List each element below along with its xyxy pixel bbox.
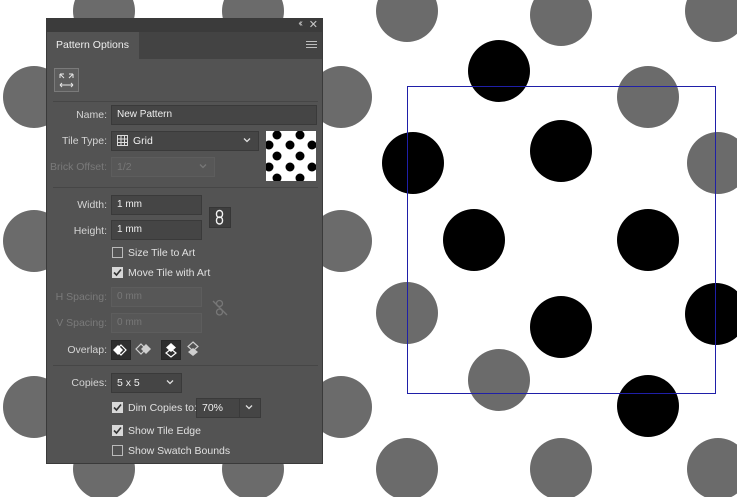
copies-dropdown[interactable]: 5 x 5 (111, 373, 182, 393)
top-in-front-icon (165, 343, 177, 358)
pattern-dots[interactable] (382, 40, 737, 437)
tab-pattern-options[interactable]: Pattern Options (47, 32, 139, 59)
right-in-front-icon (135, 343, 151, 355)
dim-copies-label[interactable]: Dim Copies to: (128, 402, 197, 414)
height-label: Height: (73, 225, 107, 237)
chevron-down-icon (245, 405, 253, 410)
pattern-options-panel: ‹‹ ✕ Pattern Options Name: New Pattern T… (46, 18, 323, 464)
maintain-proportions-button[interactable] (209, 207, 231, 228)
chevron-down-icon (199, 164, 207, 169)
pattern-tile-tool-icon (59, 73, 74, 88)
brick-offset-dropdown[interactable]: 1/2 (111, 157, 215, 177)
v-spacing-input[interactable]: 0 mm (111, 313, 202, 333)
copies-label: Copies: (71, 377, 107, 389)
name-label: Name: (76, 109, 107, 121)
tile-type-value: Grid (133, 135, 153, 147)
h-spacing-label: H Spacing: (55, 291, 107, 303)
show-swatch-bounds-label[interactable]: Show Swatch Bounds (128, 445, 230, 457)
chain-link-icon (215, 209, 224, 225)
tile-type-dropdown[interactable]: Grid (111, 131, 259, 151)
chevron-down-icon (243, 138, 251, 143)
bottom-in-front-icon (187, 341, 199, 356)
brick-offset-label: Brick Offset: (50, 161, 107, 173)
panel-title-bar[interactable]: ‹‹ ✕ (47, 18, 322, 32)
v-spacing-label: V Spacing: (56, 317, 107, 329)
show-swatch-bounds-checkbox[interactable] (112, 445, 123, 456)
checkmark-icon (113, 268, 122, 277)
grid-tile-icon (117, 135, 128, 146)
pattern-name-input[interactable]: New Pattern (111, 105, 317, 125)
pattern-tile-tool-button[interactable] (54, 68, 79, 92)
collapse-panel-button[interactable]: ‹‹ (298, 18, 302, 29)
copies-value: 5 x 5 (117, 377, 140, 389)
overlap-right-in-front-button[interactable] (135, 340, 155, 360)
size-tile-to-art-label[interactable]: Size Tile to Art (128, 247, 195, 259)
h-spacing-input[interactable]: 0 mm (111, 287, 202, 307)
width-input[interactable]: 1 mm (111, 195, 202, 215)
brick-offset-value: 1/2 (117, 161, 132, 173)
dim-copies-value: 70% (202, 402, 224, 414)
show-tile-edge-label[interactable]: Show Tile Edge (128, 425, 201, 437)
width-label: Width: (77, 199, 107, 211)
dim-copies-dropdown[interactable]: 70% (196, 398, 261, 418)
dropdown-divider (239, 399, 240, 417)
tile-type-label: Tile Type: (62, 135, 107, 147)
pattern-swatch-preview (266, 131, 316, 181)
move-tile-with-art-checkbox[interactable] (112, 267, 123, 278)
height-input[interactable]: 1 mm (111, 220, 202, 240)
move-tile-with-art-label[interactable]: Move Tile with Art (128, 267, 210, 279)
overlap-label: Overlap: (67, 344, 107, 356)
chevron-down-icon (166, 380, 174, 385)
checkmark-icon (113, 426, 122, 435)
left-in-front-icon (113, 344, 127, 356)
divider (53, 365, 318, 366)
show-tile-edge-checkbox[interactable] (112, 425, 123, 436)
overlap-bottom-in-front-button[interactable] (184, 340, 204, 360)
overlap-left-in-front-button[interactable] (111, 340, 131, 360)
panel-tab-bar: Pattern Options (47, 32, 322, 59)
close-panel-button[interactable]: ✕ (309, 18, 318, 31)
divider (53, 187, 318, 188)
broken-link-icon[interactable] (210, 298, 230, 318)
size-tile-to-art-checkbox[interactable] (112, 247, 123, 258)
overlap-top-in-front-button[interactable] (161, 340, 181, 360)
divider (53, 101, 318, 102)
panel-menu-icon[interactable] (306, 41, 317, 50)
dim-copies-checkbox[interactable] (112, 402, 123, 413)
checkmark-icon (113, 403, 122, 412)
